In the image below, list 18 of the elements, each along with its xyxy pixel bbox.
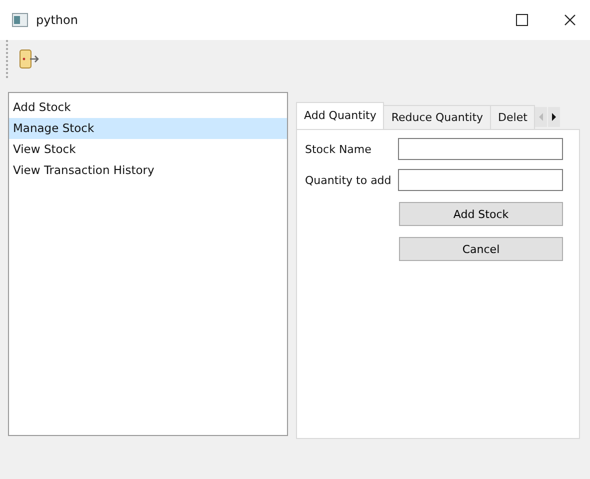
tab[interactable]: Add Quantity [296, 102, 384, 129]
menu-item[interactable]: Manage Stock [9, 118, 287, 139]
field-label: Quantity to add [305, 174, 392, 186]
maximize-icon[interactable] [516, 14, 528, 26]
exit-door-icon[interactable] [18, 48, 40, 70]
field-label: Stock Name [305, 142, 372, 156]
form-button[interactable]: Cancel [399, 237, 563, 261]
menu-item[interactable]: View Transaction History [9, 160, 287, 181]
scroll-right-icon[interactable] [548, 107, 560, 127]
menu-item[interactable]: View Stock [9, 139, 287, 160]
input-field[interactable] [398, 169, 563, 191]
app-icon [12, 13, 28, 27]
close-icon[interactable] [564, 14, 576, 26]
window-title: python [36, 13, 78, 27]
form-button[interactable]: Add Stock [399, 202, 563, 226]
tab[interactable]: Delet [490, 105, 536, 129]
menu-item[interactable]: Add Stock [9, 97, 287, 118]
input-field[interactable] [398, 138, 563, 160]
